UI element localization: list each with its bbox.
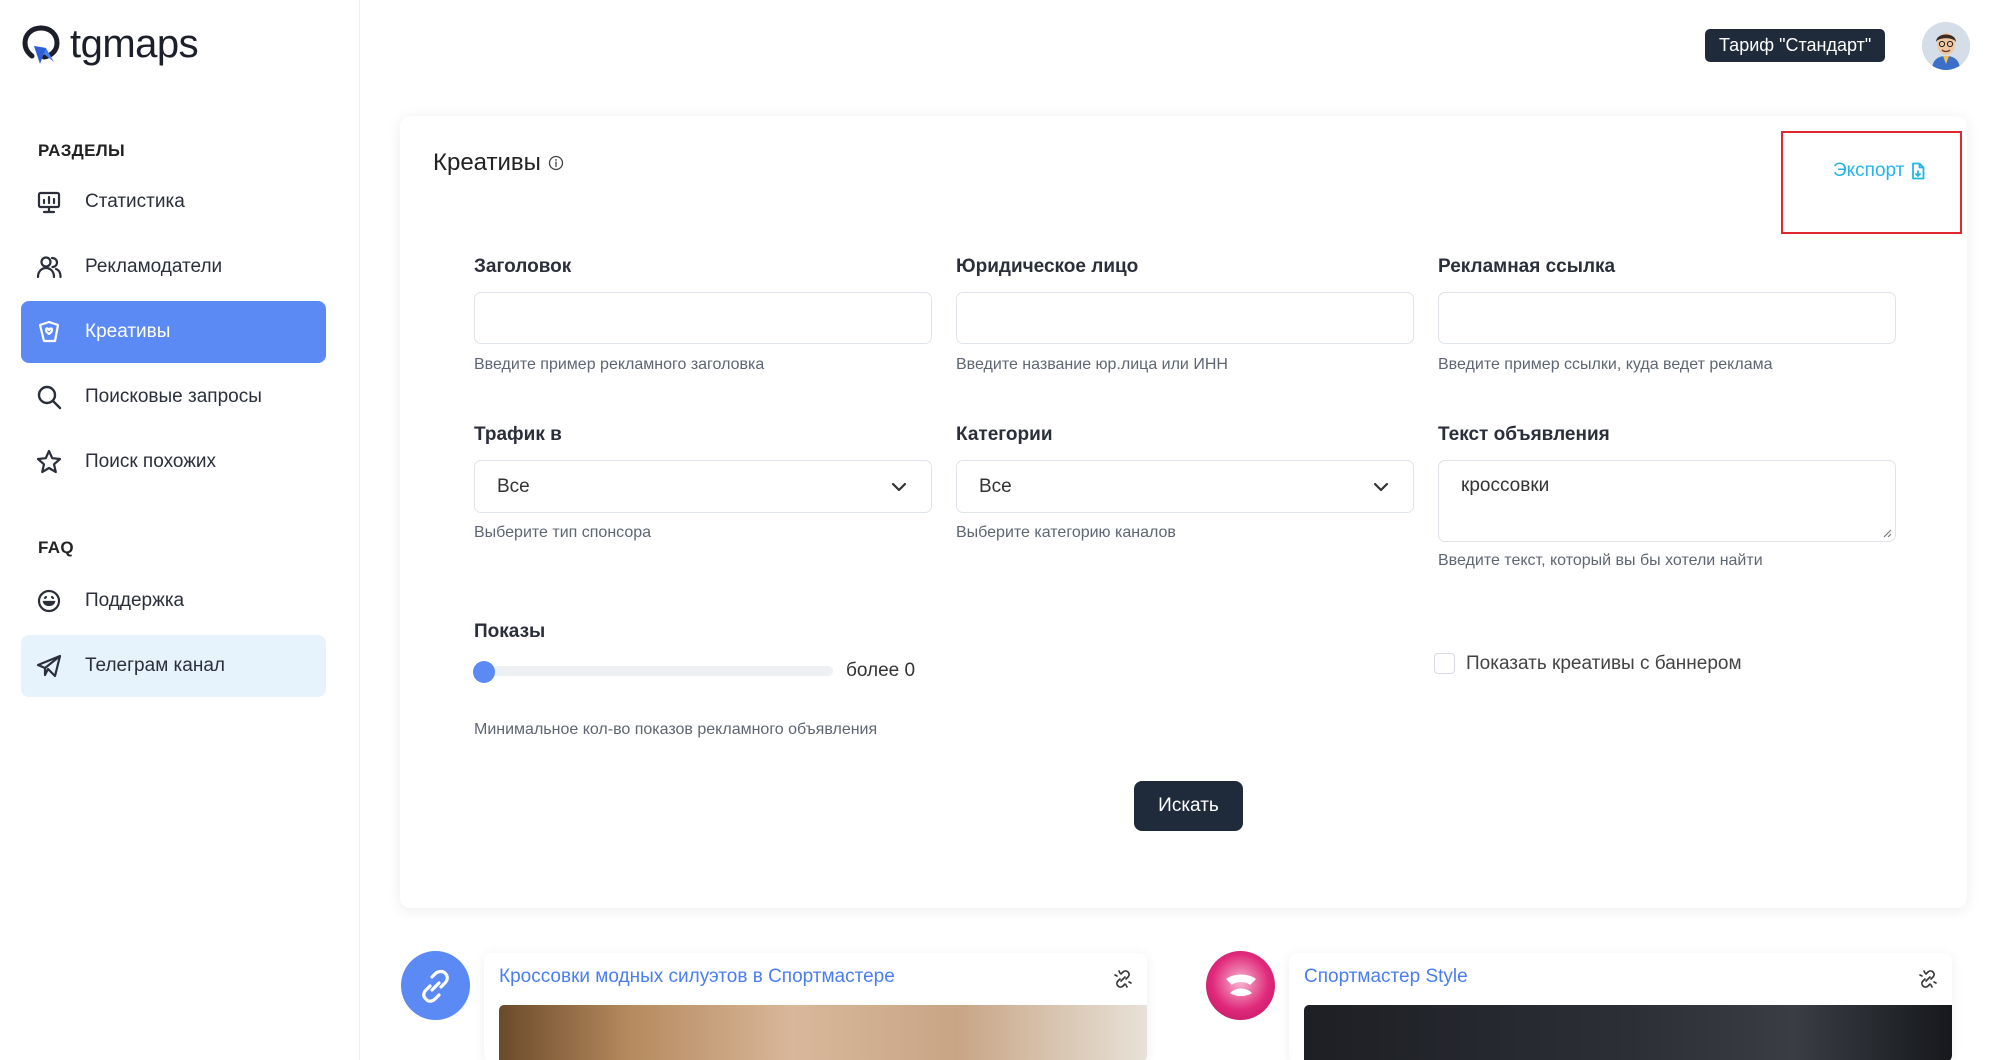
logo-icon: [22, 25, 60, 64]
traffic-hint: Выберите тип спонсора: [474, 524, 652, 541]
legal-entity-input[interactable]: [956, 292, 1414, 344]
faq-title: FAQ: [38, 538, 74, 557]
sidebar: tgmaps РАЗДЕЛЫ Статистика Рекламодатели …: [0, 0, 360, 1060]
export-button[interactable]: Экспорт: [1833, 160, 1926, 182]
send-icon: [36, 654, 62, 678]
search-button[interactable]: Искать: [1134, 781, 1243, 831]
sidebar-item-label: Телеграм канал: [85, 655, 225, 676]
categories-select-value: Все: [979, 475, 1012, 497]
impressions-value: более 0: [846, 660, 916, 681]
avatar[interactable]: [1922, 22, 1970, 70]
info-icon[interactable]: [548, 155, 564, 171]
page-title: Креативы: [433, 149, 564, 177]
ad-text-label: Текст объявления: [1438, 424, 1610, 445]
result-card[interactable]: Спортмастер Style: [1289, 953, 1952, 1060]
logo-text: tgmaps: [70, 22, 199, 66]
sidebar-item-label: Поисковые запросы: [85, 386, 262, 407]
traffic-select-value: Все: [497, 475, 530, 497]
sidebar-item-label: Креативы: [85, 321, 171, 342]
headline-label: Заголовок: [474, 256, 572, 277]
categories-hint: Выберите категорию каналов: [956, 524, 1176, 541]
legal-entity-label: Юридическое лицо: [956, 256, 1139, 277]
result-title[interactable]: Кроссовки модных силуэтов в Спортмастере: [499, 966, 895, 988]
logo[interactable]: tgmaps: [20, 22, 199, 67]
result-image: [1304, 1005, 1952, 1060]
creatives-filter-card: Креативы Экспорт Заголовок Введите приме…: [400, 116, 1967, 908]
link-icon: [422, 969, 449, 1003]
sections-title: РАЗДЕЛЫ: [38, 141, 125, 160]
user-avatar-icon: [1922, 22, 1970, 70]
impressions-slider-thumb[interactable]: [473, 661, 495, 683]
sidebar-item-label: Поиск похожих: [85, 451, 217, 472]
result-card[interactable]: Кроссовки модных силуэтов в Спортмастере: [484, 953, 1147, 1060]
link-broken-icon[interactable]: [1918, 969, 1938, 989]
sidebar-item-search-queries[interactable]: Поисковые запросы: [21, 366, 326, 428]
ad-text-textarea[interactable]: кроссовки: [1438, 460, 1896, 542]
headline-input[interactable]: [474, 292, 932, 344]
link-broken-icon[interactable]: [1113, 969, 1133, 989]
ad-link-input[interactable]: [1438, 292, 1896, 344]
impressions-slider-track[interactable]: [473, 666, 833, 676]
export-label: Экспорт: [1833, 160, 1905, 181]
result-image: [499, 1005, 1147, 1060]
search-icon: [37, 385, 62, 410]
headline-hint: Введите пример рекламного заголовка: [474, 356, 765, 373]
impressions-label: Показы: [474, 621, 546, 642]
traffic-label: Трафик в: [474, 424, 562, 445]
chevron-down-icon: [1373, 482, 1389, 491]
sidebar-item-support[interactable]: Поддержка: [21, 570, 326, 632]
users-icon: [36, 256, 62, 279]
impressions-hint: Минимальное кол-во показов рекламного об…: [474, 721, 878, 738]
sidebar-item-similar-search[interactable]: Поиск похожих: [21, 431, 326, 493]
result-title[interactable]: Спортмастер Style: [1304, 966, 1468, 988]
export-highlight-box: [1781, 131, 1962, 234]
result-avatar[interactable]: [401, 951, 470, 1020]
ad-text-value: кроссовки: [1461, 475, 1550, 496]
sidebar-item-label: Статистика: [85, 191, 185, 212]
star-icon: [36, 449, 62, 474]
chevron-down-icon: [891, 482, 907, 491]
presentation-icon: [37, 191, 61, 214]
sidebar-item-label: Рекламодатели: [85, 256, 223, 277]
page-title-text: Креативы: [433, 149, 541, 176]
traffic-select[interactable]: Все: [474, 460, 932, 513]
tariff-badge[interactable]: Тариф "Стандарт": [1705, 29, 1886, 62]
sidebar-item-statistics[interactable]: Статистика: [21, 171, 326, 233]
sidebar-item-advertisers[interactable]: Рекламодатели: [21, 236, 326, 298]
banner-checkbox-label[interactable]: Показать креативы с баннером: [1466, 653, 1742, 675]
banner-checkbox[interactable]: [1434, 653, 1455, 674]
smile-icon: [37, 589, 61, 613]
result-avatar[interactable]: [1206, 951, 1275, 1020]
ad-text-hint: Введите текст, который вы бы хотели найт…: [1438, 552, 1763, 569]
legal-entity-hint: Введите название юр.лица или ИНН: [956, 356, 1228, 373]
sidebar-item-creatives[interactable]: Креативы: [21, 301, 326, 363]
file-export-icon: [1912, 162, 1925, 180]
categories-label: Категории: [956, 424, 1053, 445]
categories-select[interactable]: Все: [956, 460, 1414, 513]
sidebar-item-telegram-channel[interactable]: Телеграм канал: [21, 635, 326, 697]
ad-link-hint: Введите пример ссылки, куда ведет реклам…: [1438, 356, 1773, 373]
brand-logo-icon: [1226, 974, 1256, 996]
sidebar-item-label: Поддержка: [85, 590, 185, 611]
ad-link-label: Рекламная ссылка: [1438, 256, 1616, 277]
cards-icon: [38, 320, 60, 343]
resize-handle-icon[interactable]: [1882, 528, 1892, 538]
